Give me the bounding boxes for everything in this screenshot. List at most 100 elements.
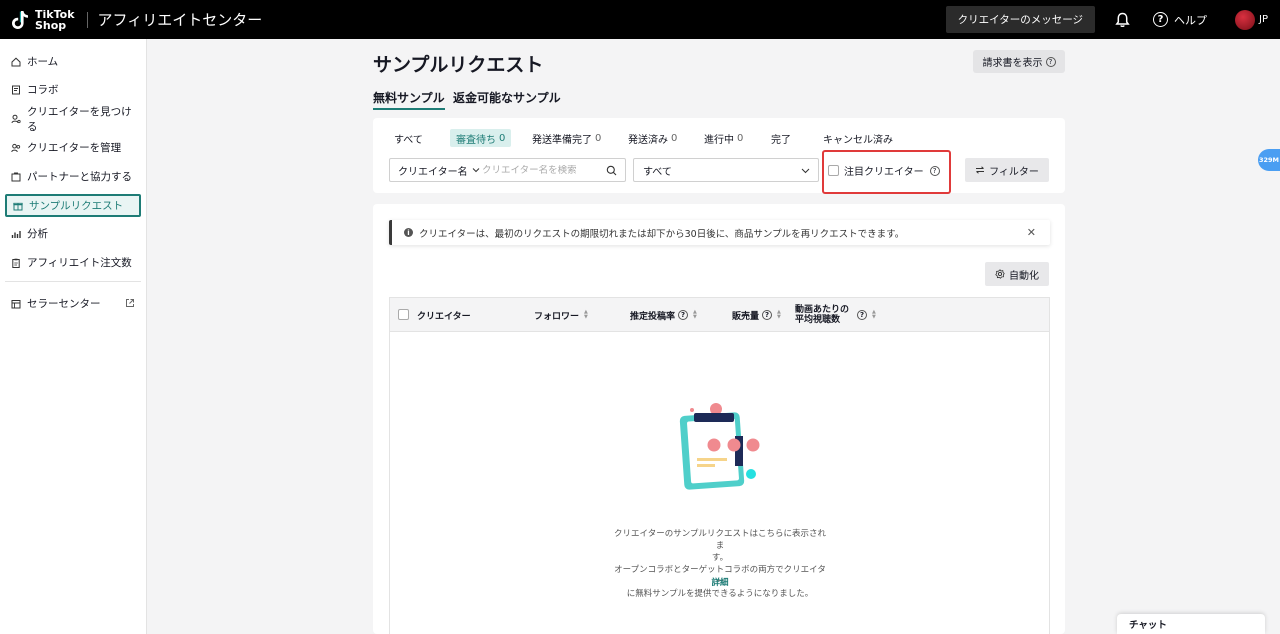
chevron-down-icon <box>801 168 810 174</box>
chevron-down-icon <box>472 168 479 173</box>
featured-creators-checkbox[interactable]: 注目クリエイター ? <box>828 163 940 178</box>
chat-widget[interactable]: チャット <box>1117 614 1265 634</box>
sidebar-item-collab[interactable]: コラボ <box>5 78 141 101</box>
status-tab-count: 0 <box>737 132 744 144</box>
column-avg-views-per-video[interactable]: 動画あたりの 平均視聴数 ? ▲ ▼ <box>795 298 876 332</box>
creator-search: クリエイター名 <box>389 158 626 182</box>
sort-icon[interactable]: ▲ ▼ <box>872 310 876 320</box>
tab-free-samples[interactable]: 無料サンプル <box>373 89 445 110</box>
tiktok-shop-logo[interactable]: TikTok Shop <box>10 9 75 31</box>
status-tab-ready-to-ship[interactable]: 発送準備完了 0 <box>526 129 607 147</box>
column-est-post-rate[interactable]: 推定投稿率 ? ▲ ▼ <box>630 298 697 332</box>
sidebar-item-label: ホーム <box>27 56 59 68</box>
sidebar-item-find-creators[interactable]: クリエイターを見つける <box>5 106 141 133</box>
status-tab-completed[interactable]: 完了 <box>765 129 797 147</box>
help-button[interactable]: ? ヘルプ <box>1153 12 1207 28</box>
empty-state-line: に無料サンプルを提供できるようになりました。 <box>626 589 814 599</box>
status-tab-cancelled[interactable]: キャンセル済み <box>817 129 899 147</box>
sidebar-item-home[interactable]: ホーム <box>5 50 141 73</box>
sidebar-item-label: クリエイターを見つける <box>27 105 132 133</box>
search-type-select[interactable]: クリエイター名 <box>390 163 482 178</box>
status-select[interactable]: すべて <box>633 158 819 182</box>
status-tab-all[interactable]: すべて <box>388 129 429 147</box>
column-label: 販売量 <box>732 311 760 322</box>
status-tab-count: 0 <box>671 132 678 144</box>
gift-icon <box>13 201 23 211</box>
status-tab-pending-review[interactable]: 審査待ち 0 <box>450 129 512 147</box>
status-tab-label: 発送済み <box>628 134 668 146</box>
sidebar-item-label: アフィリエイト注文数 <box>27 257 132 269</box>
close-icon[interactable]: ✕ <box>1027 226 1036 239</box>
sidebar-item-manage-creators[interactable]: クリエイターを管理 <box>5 136 141 159</box>
column-sales-volume[interactable]: 販売量 ? ▲ ▼ <box>732 298 781 332</box>
question-icon: ? <box>1045 56 1056 67</box>
store-icon <box>11 299 21 309</box>
sort-icon[interactable]: ▲ ▼ <box>584 310 588 320</box>
status-tab-label: キャンセル済み <box>823 134 893 146</box>
bell-icon <box>1114 12 1130 27</box>
select-all-checkbox[interactable] <box>398 309 409 320</box>
column-label: フォロワー <box>534 311 580 322</box>
info-notice: i クリエイターは、最初のリクエストの期限切れまたは却下から30日後に、商品サン… <box>389 220 1050 245</box>
status-tab-shipped[interactable]: 発送済み 0 <box>622 129 683 147</box>
partner-icon <box>11 172 21 182</box>
chart-icon <box>11 229 21 239</box>
sort-icon[interactable]: ▲ ▼ <box>777 310 781 320</box>
tiktok-logo-icon <box>12 10 28 29</box>
info-icon: i <box>404 228 413 237</box>
question-icon: ? <box>678 310 689 320</box>
sidebar-item-label: コラボ <box>27 84 59 96</box>
sidebar-item-label: セラーセンター <box>27 298 101 310</box>
sidebar-divider <box>5 281 141 282</box>
home-icon <box>11 57 21 67</box>
status-tab-in-progress[interactable]: 進行中 0 <box>698 129 749 147</box>
column-label: 推定投稿率 <box>630 311 676 322</box>
sidebar-item-label: サンプルリクエスト <box>29 200 124 212</box>
automation-label: 自動化 <box>1009 270 1039 282</box>
avatar[interactable] <box>1235 9 1256 30</box>
empty-state-message: クリエイターのサンプルリクエストはこちらに表示されま す。 オープンコラボとター… <box>612 528 828 600</box>
automation-button[interactable]: 自動化 <box>985 262 1049 286</box>
empty-state-line: す。 <box>711 553 729 563</box>
view-invoice-button[interactable]: 請求書を表示 ? <box>973 50 1065 73</box>
sidebar-item-label: 分析 <box>27 228 48 240</box>
column-label: 動画あたりの <box>795 305 850 315</box>
find-creator-icon <box>11 114 21 124</box>
help-label: ヘルプ <box>1174 13 1208 27</box>
status-tab-count: 0 <box>595 132 602 144</box>
search-input[interactable] <box>482 164 600 176</box>
sidebar-item-seller-center[interactable]: セラーセンター <box>5 292 141 315</box>
sort-icon[interactable]: ▲ ▼ <box>693 310 697 320</box>
notifications-button[interactable] <box>1113 11 1131 29</box>
question-icon: ? <box>1153 12 1169 27</box>
gear-icon <box>995 269 1005 279</box>
collab-icon <box>11 85 21 95</box>
status-tab-label: 進行中 <box>704 134 734 146</box>
sidebar-item-label: クリエイターを管理 <box>27 142 122 154</box>
learn-more-link[interactable]: 詳細 <box>700 576 740 588</box>
status-tab-label: すべて <box>394 134 423 146</box>
checkbox[interactable] <box>828 165 839 176</box>
sidebar-item-partners[interactable]: パートナーと協力する <box>5 165 141 188</box>
question-icon: ? <box>929 165 940 176</box>
external-link-icon <box>126 299 134 307</box>
column-creator: クリエイター <box>417 298 471 332</box>
column-label: 平均視聴数 <box>795 315 841 325</box>
sidebar-item-sample-requests[interactable]: サンプルリクエスト <box>5 194 141 217</box>
column-label: クリエイター <box>417 311 471 322</box>
filter-button[interactable]: フィルター <box>965 158 1049 182</box>
sidebar-item-affiliate-orders[interactable]: アフィリエイト注文数 <box>5 251 141 274</box>
swap-icon <box>976 166 985 174</box>
tab-refundable-samples[interactable]: 返金可能なサンプル <box>453 89 561 106</box>
search-type-label: クリエイター名 <box>398 166 468 178</box>
clipboard-icon <box>11 258 21 268</box>
creator-messages-button[interactable]: クリエイターのメッセージ <box>945 6 1096 33</box>
language-label[interactable]: JP <box>1259 14 1268 25</box>
status-tab-count: 0 <box>499 132 506 144</box>
side-badge[interactable]: 329M <box>1258 149 1280 171</box>
sidebar-item-analytics[interactable]: 分析 <box>5 222 141 245</box>
search-icon[interactable] <box>606 165 617 176</box>
filter-button-label: フィルター <box>989 166 1039 178</box>
app-title: アフィリエイトセンター <box>97 11 263 29</box>
column-followers[interactable]: フォロワー ▲ ▼ <box>534 298 588 332</box>
